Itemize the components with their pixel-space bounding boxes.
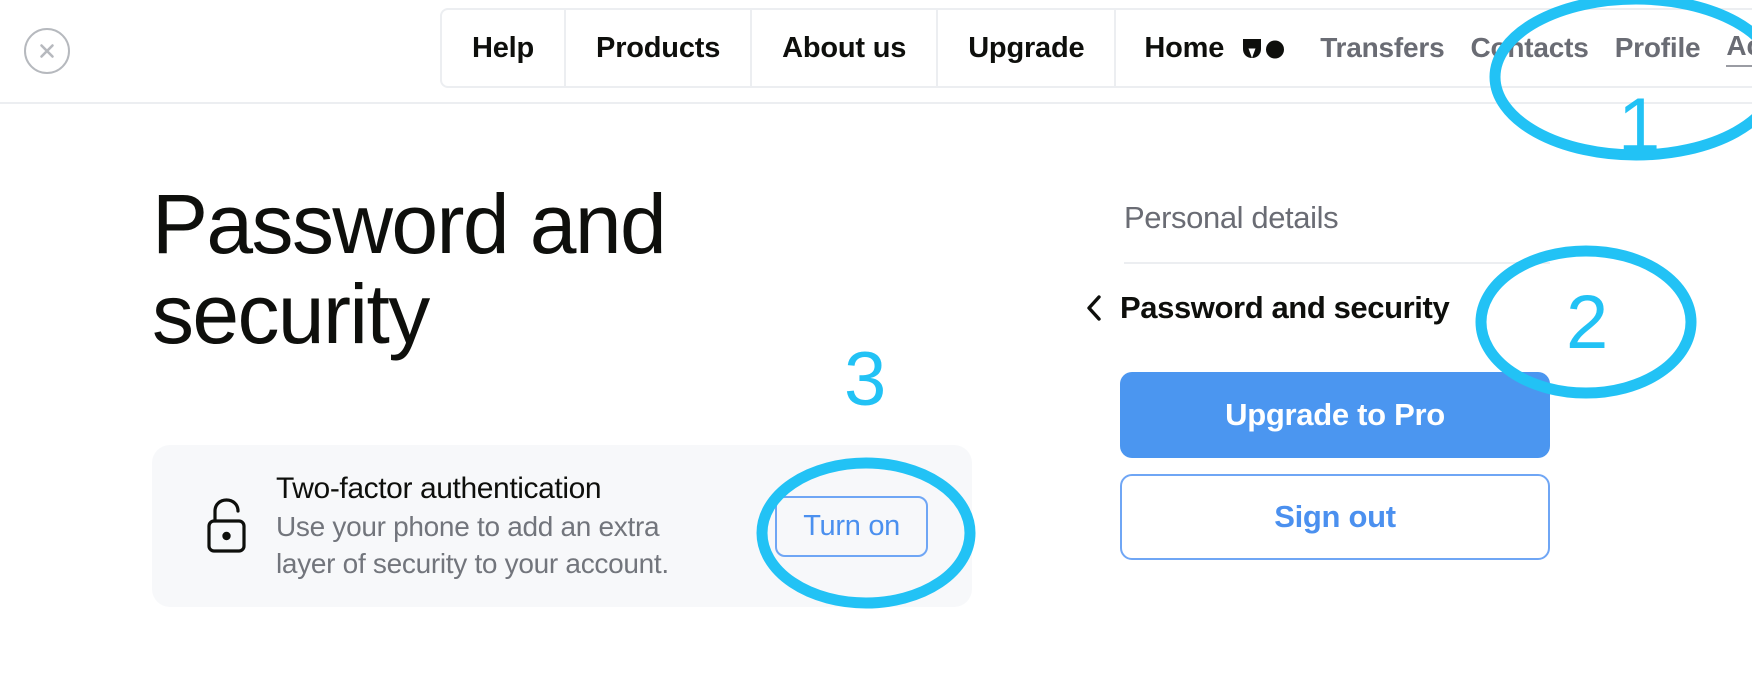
chevron-left-icon	[1084, 293, 1104, 323]
sign-out-button[interactable]: Sign out	[1120, 474, 1550, 560]
two-factor-text-block: Two-factor authentication Use your phone…	[276, 470, 765, 583]
unlocked-padlock-icon	[196, 495, 258, 557]
two-factor-description: Use your phone to add an extra layer of …	[276, 510, 669, 579]
nav-item-upgrade-label: Upgrade	[968, 31, 1085, 64]
nav-link-profile[interactable]: Profile	[1615, 32, 1701, 64]
nav-link-contacts[interactable]: Contacts	[1470, 32, 1588, 64]
two-factor-authentication-card: Two-factor authentication Use your phone…	[152, 445, 972, 607]
wise-logo-icon	[1242, 35, 1286, 61]
nav-item-products[interactable]: Products	[566, 10, 753, 86]
rail-password-and-security[interactable]: Password and security	[1084, 290, 1550, 326]
upgrade-to-pro-button[interactable]: Upgrade to Pro	[1120, 372, 1550, 458]
nav-link-account[interactable]: Account	[1726, 30, 1752, 67]
nav-item-help[interactable]: Help	[442, 10, 567, 86]
top-bar: Help Products About us Upgrade Home Tran…	[0, 0, 1752, 104]
nav-link-transfers[interactable]: Transfers	[1320, 32, 1444, 64]
turn-on-button[interactable]: Turn on	[775, 495, 928, 557]
close-icon	[36, 40, 58, 62]
account-side-rail: Personal details Password and security U…	[1087, 200, 1550, 560]
page-title: Password and security	[152, 177, 667, 361]
nav-item-about-us-label: About us	[782, 31, 907, 64]
nav-item-about-us[interactable]: About us	[752, 10, 939, 86]
two-factor-title: Two-factor authentication	[276, 471, 602, 505]
nav-item-home[interactable]: Home	[1144, 32, 1224, 65]
rail-password-and-security-label: Password and security	[1120, 290, 1450, 325]
rail-item-personal-details[interactable]: Personal details	[1124, 200, 1550, 264]
nav-item-help-label: Help	[472, 31, 535, 64]
main-navigation: Help Products About us Upgrade Home Tran…	[440, 8, 1752, 88]
nav-item-products-label: Products	[596, 31, 721, 64]
account-nav-group: Home Transfers Contacts Profile Account	[1116, 10, 1752, 86]
main-content: Password and security Two-factor authent…	[0, 104, 1752, 696]
nav-item-upgrade[interactable]: Upgrade	[938, 10, 1117, 86]
close-button[interactable]	[24, 28, 70, 74]
